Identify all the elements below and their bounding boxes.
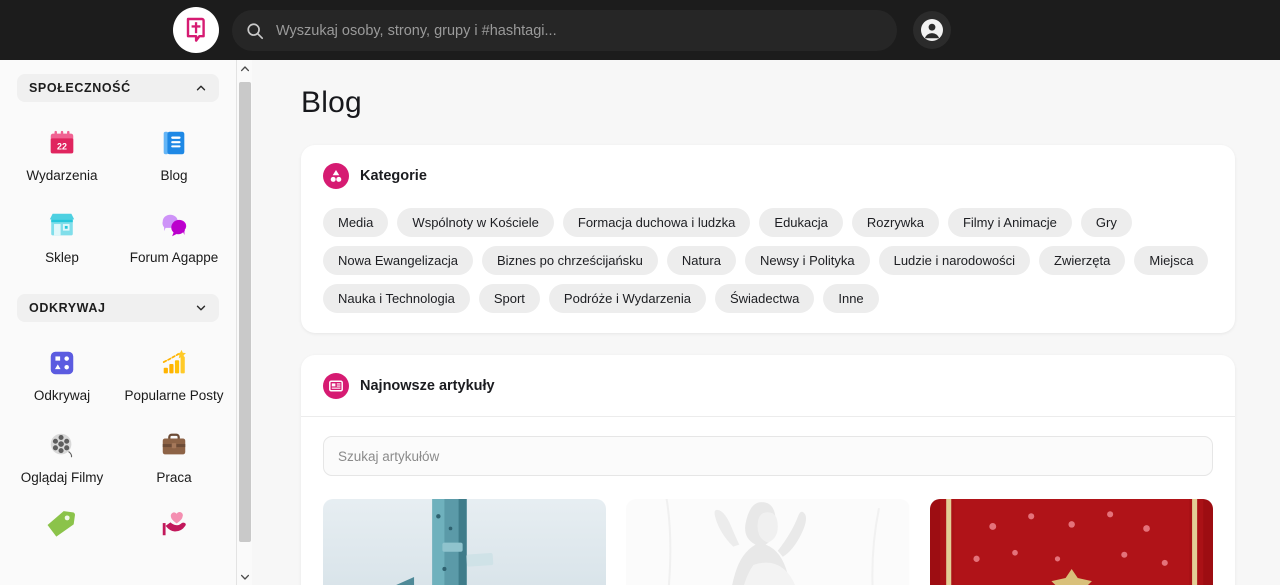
sidebar-item-hand-heart[interactable] (118, 495, 230, 560)
category-chip[interactable]: Formacja duchowa i ludzka (562, 208, 751, 237)
sidebar-section-header-odkrywaj[interactable]: ODKRYWAJ (17, 293, 219, 322)
category-chip[interactable]: Filmy i Animacje (947, 208, 1072, 237)
calendar-icon: 22 (47, 126, 77, 160)
sidebar-scrollbar[interactable] (236, 60, 252, 585)
global-search-box[interactable] (232, 10, 897, 51)
sidebar-item-price-tag[interactable] (6, 495, 118, 560)
category-chip[interactable]: Zwierzęta (1039, 246, 1126, 275)
sidebar-item-popularne-posty[interactable]: Popularne Posty (118, 332, 230, 414)
category-chip[interactable]: Edukacja (759, 208, 843, 237)
category-chip[interactable]: Nowa Ewangelizacja (323, 246, 473, 275)
category-chip[interactable]: Sport (478, 284, 540, 313)
sidebar-grid-odkrywaj: Odkrywaj Popularne Posty Oglądaj Filmy P… (0, 322, 236, 561)
latest-articles-card-title: Najnowsze artykuły (360, 378, 495, 394)
bible-cross-logo-icon[interactable] (173, 7, 219, 53)
hand-heart-donate-icon (159, 507, 189, 541)
categories-card: Kategorie Media Wspólnoty w Kościele Forma… (301, 145, 1235, 333)
left-sidebar: SPOŁECZNOŚĆ 22 Wydarzenia Blog Sklep For… (0, 60, 236, 585)
sidebar-item-forum-agappe[interactable]: Forum Agappe (118, 194, 230, 276)
article-search-input[interactable] (323, 436, 1213, 476)
category-chip[interactable]: Świadectwa (714, 284, 815, 313)
sidebar-item-wydarzenia[interactable]: 22 Wydarzenia (6, 112, 118, 194)
sidebar-item-praca[interactable]: Praca (118, 414, 230, 496)
category-chip[interactable]: Gry (1080, 208, 1132, 237)
category-chip[interactable]: Biznes po chrześcijańsku (481, 246, 658, 275)
top-header-bar (0, 0, 1280, 60)
article-thumb-2[interactable] (626, 499, 910, 585)
sidebar-item-label: Popularne Posty (124, 387, 224, 403)
sidebar-item-label: Sklep (45, 249, 79, 265)
search-input[interactable] (274, 10, 883, 51)
categories-shapes-icon (323, 163, 349, 189)
scroll-down-arrow-icon[interactable] (237, 568, 253, 585)
category-chip[interactable]: Nauka i Technologia (323, 284, 470, 313)
film-reel-icon (47, 428, 77, 462)
sidebar-item-label: Oglądaj Filmy (20, 469, 104, 485)
main-content: Blog Kategorie Media Wspólnoty w Kościele… (253, 60, 1280, 585)
sidebar-section-label: SPOŁECZNOŚĆ (29, 81, 131, 95)
category-chip-list: Media Wspólnoty w Kościele Formacja duchow… (323, 208, 1213, 313)
category-chip[interactable]: Natura (666, 246, 736, 275)
svg-text:22: 22 (57, 142, 67, 152)
category-chip[interactable]: Ludzie i narodowości (878, 246, 1030, 275)
price-tag-icon (47, 507, 77, 541)
shop-store-icon (47, 208, 77, 242)
latest-articles-card-header: Najnowsze artykuły (323, 373, 1213, 399)
search-icon (246, 22, 264, 40)
sidebar-section-label: ODKRYWAJ (29, 300, 106, 315)
sidebar-item-label: Forum Agappe (129, 249, 219, 265)
categories-card-title: Kategorie (360, 168, 427, 184)
category-chip[interactable]: Podróże i Wydarzenia (548, 284, 706, 313)
category-chip[interactable]: Newsy i Polityka (744, 246, 870, 275)
category-chip[interactable]: Inne (823, 284, 879, 313)
sidebar-item-label: Odkrywaj (33, 387, 91, 403)
blog-book-icon (159, 126, 189, 160)
chevron-up-icon[interactable] (195, 82, 207, 94)
divider (301, 416, 1235, 417)
account-circle-icon[interactable] (913, 11, 951, 49)
trending-chart-icon (159, 346, 189, 380)
category-chip[interactable]: Rozrywka (851, 208, 939, 237)
article-thumb-3[interactable] (929, 499, 1213, 585)
discover-shapes-icon (47, 346, 77, 380)
sidebar-item-label: Wydarzenia (26, 168, 98, 183)
article-thumb-1[interactable] (323, 499, 607, 585)
article-thumbnail-grid (323, 499, 1213, 585)
sidebar-grid-spolecznosc: 22 Wydarzenia Blog Sklep Forum Agappe (0, 102, 236, 276)
sidebar-item-label: Blog (160, 168, 188, 183)
latest-articles-icon (323, 373, 349, 399)
sidebar-item-blog[interactable]: Blog (118, 112, 230, 194)
categories-card-header: Kategorie (323, 163, 1213, 189)
sidebar-item-ogladaj-filmy[interactable]: Oglądaj Filmy (6, 414, 118, 496)
sidebar-item-label: Praca (156, 469, 192, 485)
sidebar-item-sklep[interactable]: Sklep (6, 194, 118, 276)
scrollbar-thumb[interactable] (239, 82, 251, 542)
latest-articles-card: Najnowsze artykuły (301, 355, 1235, 585)
sidebar-section-header-spolecznosc[interactable]: SPOŁECZNOŚĆ (17, 74, 219, 102)
forum-chat-bubbles-icon (159, 208, 189, 242)
briefcase-icon (159, 428, 189, 462)
chevron-down-icon[interactable] (195, 302, 207, 314)
page-title: Blog (301, 86, 362, 119)
category-chip[interactable]: Wspólnoty w Kościele (397, 208, 554, 237)
sidebar-item-odkrywaj[interactable]: Odkrywaj (6, 332, 118, 414)
category-chip[interactable]: Miejsca (1134, 246, 1209, 275)
category-chip[interactable]: Media (323, 208, 389, 237)
scroll-up-arrow-icon[interactable] (237, 60, 253, 77)
